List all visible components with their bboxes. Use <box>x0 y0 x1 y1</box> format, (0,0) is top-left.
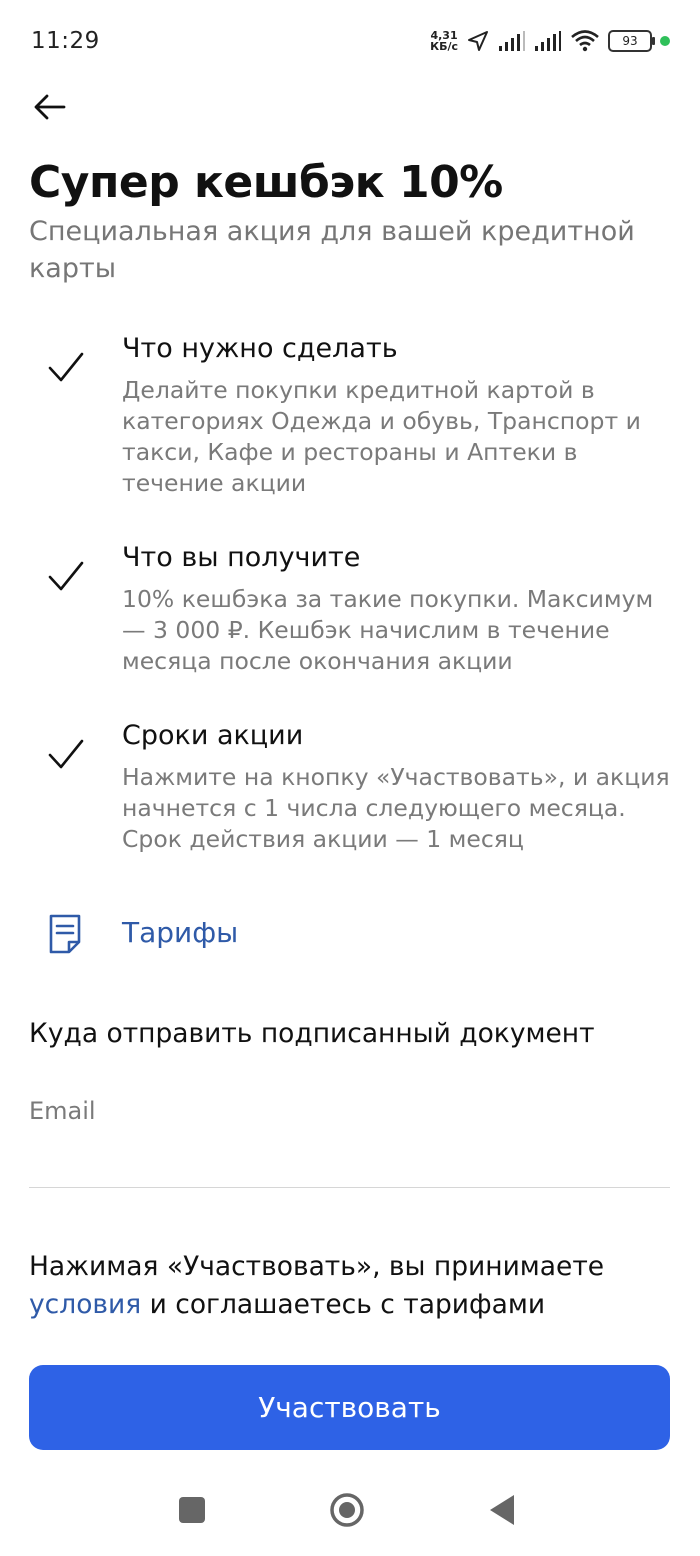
back-button[interactable] <box>28 86 72 130</box>
location-arrow-icon <box>468 31 488 51</box>
network-speed: 4,31 КБ/с <box>430 30 458 52</box>
consent-suffix: и соглашаетесь с тарифами <box>141 1289 546 1320</box>
signal-icon-2 <box>535 31 561 51</box>
system-nav-bar <box>0 1468 700 1556</box>
email-label: Email <box>29 1097 96 1125</box>
battery-icon: 93 <box>608 30 655 52</box>
document-icon <box>49 914 81 954</box>
home-icon[interactable] <box>327 1490 367 1530</box>
section-title: Куда отправить подписанный документ <box>29 1018 595 1049</box>
conditions-link[interactable]: условия <box>29 1289 141 1320</box>
privacy-indicator-dot <box>660 36 670 46</box>
recents-icon[interactable] <box>172 1490 212 1530</box>
feature-title: Сроки акции <box>122 720 304 751</box>
consent-text: Нажимая «Участвовать», вы принимаете усл… <box>29 1248 674 1324</box>
feature-title: Что нужно сделать <box>122 333 398 364</box>
consent-prefix: Нажимая «Участвовать», вы принимаете <box>29 1251 605 1282</box>
network-speed-unit: КБ/с <box>430 40 458 53</box>
feature-title: Что вы получите <box>122 542 361 573</box>
status-time: 11:29 <box>31 28 100 54</box>
page-subtitle: Специальная акция для вашей кредитной ка… <box>29 216 635 284</box>
page-title: Супер кешбэк 10% <box>29 157 503 208</box>
feature-text: Делайте покупки кредитной картой в катег… <box>122 376 641 497</box>
email-field[interactable] <box>29 1135 670 1188</box>
signal-icon <box>499 31 525 51</box>
participate-button[interactable]: Участвовать <box>29 1365 670 1450</box>
back-nav-icon[interactable] <box>484 1490 524 1530</box>
feature-text: 10% кешбэка за такие покупки. Максимум —… <box>122 585 654 675</box>
feature-text: Нажмите на кнопку «Участвовать», и акция… <box>122 763 670 853</box>
checkmark-icon <box>48 739 84 769</box>
tariffs-label: Тарифы <box>122 916 239 949</box>
arrow-left-icon <box>34 94 66 120</box>
status-bar: 11:29 4,31 КБ/с 93 <box>0 0 700 84</box>
checkmark-icon <box>48 561 84 591</box>
tariffs-link[interactable]: Тарифы <box>0 904 700 964</box>
checkmark-icon <box>48 352 84 382</box>
wifi-icon <box>571 30 599 52</box>
status-icons: 4,31 КБ/с 93 <box>430 26 670 56</box>
